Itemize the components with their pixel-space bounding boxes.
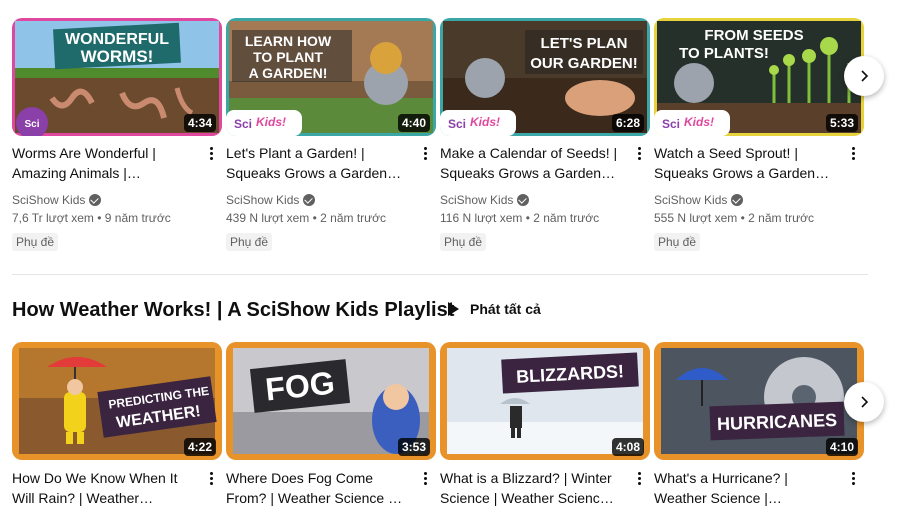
svg-text:WONDERFUL: WONDERFUL	[65, 31, 169, 48]
svg-text:WORMS!: WORMS!	[81, 47, 154, 66]
video-card[interactable]: HURRICANES 4:10 What's a Hurricane? | We…	[654, 342, 864, 506]
more-vert-icon[interactable]	[418, 143, 432, 163]
channel-label[interactable]: SciShow Kids	[654, 191, 727, 209]
svg-text:HURRICANES: HURRICANES	[717, 410, 838, 434]
video-card[interactable]: FROM SEEDS TO PLANTS! Sci Kids! 5:33 Wat…	[654, 18, 864, 251]
cc-badge: Phụ đề	[226, 233, 273, 251]
video-duration: 4:10	[825, 438, 858, 456]
video-thumbnail[interactable]: LEARN HOW TO PLANT A GARDEN! Sci Kids! 4…	[226, 18, 436, 136]
video-duration: 4:22	[183, 438, 216, 456]
svg-text:FOG: FOG	[264, 364, 337, 407]
channel-label[interactable]: SciShow Kids	[440, 191, 513, 209]
shelf-title[interactable]: How Weather Works! | A SciShow Kids Play…	[12, 297, 454, 323]
svg-text:LET'S PLAN: LET'S PLAN	[541, 35, 628, 52]
video-card[interactable]: BLIZZARDS! 4:08 What is a Blizzard? | Wi…	[440, 342, 650, 506]
channel-name[interactable]: SciShow Kids	[440, 191, 530, 209]
video-title[interactable]: Let's Plant a Garden! | Squeaks Grows a …	[226, 143, 404, 183]
verified-check-icon	[89, 194, 102, 206]
play-all-button[interactable]: Phát tất cả	[446, 296, 541, 322]
play-all-label: Phát tất cả	[470, 301, 541, 317]
video-card[interactable]: LEARN HOW TO PLANT A GARDEN! Sci Kids! 4…	[226, 18, 436, 251]
video-thumbnail[interactable]: WONDERFUL WORMS! Sci 4:34	[12, 18, 222, 136]
play-icon	[448, 302, 459, 316]
video-title[interactable]: What's a Hurricane? | Weather Science | …	[654, 468, 832, 508]
more-vert-icon[interactable]	[846, 143, 860, 163]
carousel-next-button[interactable]	[844, 382, 884, 422]
verified-check-icon	[731, 194, 744, 206]
video-thumbnail[interactable]: LET'S PLAN OUR GARDEN! Sci Kids! 6:28	[440, 18, 650, 136]
svg-text:A GARDEN!: A GARDEN!	[249, 65, 328, 81]
video-card[interactable]: FOG 3:53 Where Does Fog Come From? | Wea…	[226, 342, 436, 506]
more-vert-icon[interactable]	[204, 143, 218, 163]
chevron-right-icon	[861, 396, 869, 408]
svg-text:Sci: Sci	[234, 117, 252, 131]
video-thumbnail[interactable]: FOG 3:53	[226, 342, 436, 460]
channel-name[interactable]: SciShow Kids	[226, 191, 316, 209]
svg-text:TO PLANTS!: TO PLANTS!	[679, 45, 769, 62]
more-vert-icon[interactable]	[632, 143, 646, 163]
svg-text:Sci: Sci	[24, 119, 39, 130]
section-divider	[12, 274, 868, 275]
cc-badge: Phụ đề	[654, 233, 701, 251]
channel-label[interactable]: SciShow Kids	[12, 191, 85, 209]
video-duration: 6:28	[611, 114, 644, 132]
video-thumbnail[interactable]: BLIZZARDS! 4:08	[440, 342, 650, 460]
video-card[interactable]: LET'S PLAN OUR GARDEN! Sci Kids! 6:28 Ma…	[440, 18, 650, 251]
kids-logo: Kids!	[684, 115, 714, 129]
video-card[interactable]: WONDERFUL WORMS! Sci 4:34 Worms Are Wond…	[12, 18, 222, 251]
chevron-right-icon	[861, 70, 869, 82]
video-duration: 4:40	[397, 114, 430, 132]
cc-badge: Phụ đề	[440, 233, 487, 251]
video-duration: 4:34	[183, 114, 216, 132]
more-vert-icon[interactable]	[632, 468, 646, 488]
carousel-next-button[interactable]	[844, 56, 884, 96]
video-meta: 555 N lượt xem • 2 năm trước	[654, 211, 815, 225]
video-meta: 116 N lượt xem • 2 năm trước	[440, 211, 600, 225]
svg-text:LEARN HOW: LEARN HOW	[245, 33, 332, 49]
svg-text:FROM SEEDS: FROM SEEDS	[704, 27, 803, 44]
video-title[interactable]: What is a Blizzard? | Winter Science | W…	[440, 468, 618, 508]
video-thumbnail[interactable]: PREDICTING THE WEATHER! 4:22	[12, 342, 222, 460]
video-title[interactable]: Worms Are Wonderful | Amazing Animals | …	[12, 143, 190, 183]
video-duration: 5:33	[825, 114, 858, 132]
verified-check-icon	[517, 194, 530, 206]
cc-badge: Phụ đề	[12, 233, 59, 251]
verified-check-icon	[303, 194, 316, 206]
video-thumbnail[interactable]: FROM SEEDS TO PLANTS! Sci Kids! 5:33	[654, 18, 864, 136]
kids-logo: Kids!	[256, 115, 286, 129]
video-thumbnail[interactable]: HURRICANES 4:10	[654, 342, 864, 460]
more-vert-icon[interactable]	[204, 468, 218, 488]
svg-text:Sci: Sci	[448, 117, 466, 131]
video-title[interactable]: Watch a Seed Sprout! | Squeaks Grows a G…	[654, 143, 832, 183]
channel-name[interactable]: SciShow Kids	[654, 191, 744, 209]
svg-text:OUR GARDEN!: OUR GARDEN!	[530, 55, 638, 72]
svg-text:TO PLANT: TO PLANT	[253, 49, 323, 65]
more-vert-icon[interactable]	[846, 468, 860, 488]
video-duration: 3:53	[397, 438, 430, 456]
video-title[interactable]: Make a Calendar of Seeds! | Squeaks Grow…	[440, 143, 618, 183]
video-title[interactable]: Where Does Fog Come From? | Weather Scie…	[226, 468, 404, 508]
more-vert-icon[interactable]	[418, 468, 432, 488]
channel-name[interactable]: SciShow Kids	[12, 191, 102, 209]
video-card[interactable]: PREDICTING THE WEATHER! 4:22 How Do We K…	[12, 342, 222, 506]
video-meta: 439 N lượt xem • 2 năm trước	[226, 211, 387, 225]
kids-logo: Kids!	[470, 115, 500, 129]
video-title[interactable]: How Do We Know When It Will Rain? | Weat…	[12, 468, 190, 508]
svg-text:Sci: Sci	[662, 117, 680, 131]
video-meta: 7,6 Tr lượt xem • 9 năm trước	[12, 211, 171, 225]
video-duration: 4:08	[611, 438, 644, 456]
channel-label[interactable]: SciShow Kids	[226, 191, 299, 209]
